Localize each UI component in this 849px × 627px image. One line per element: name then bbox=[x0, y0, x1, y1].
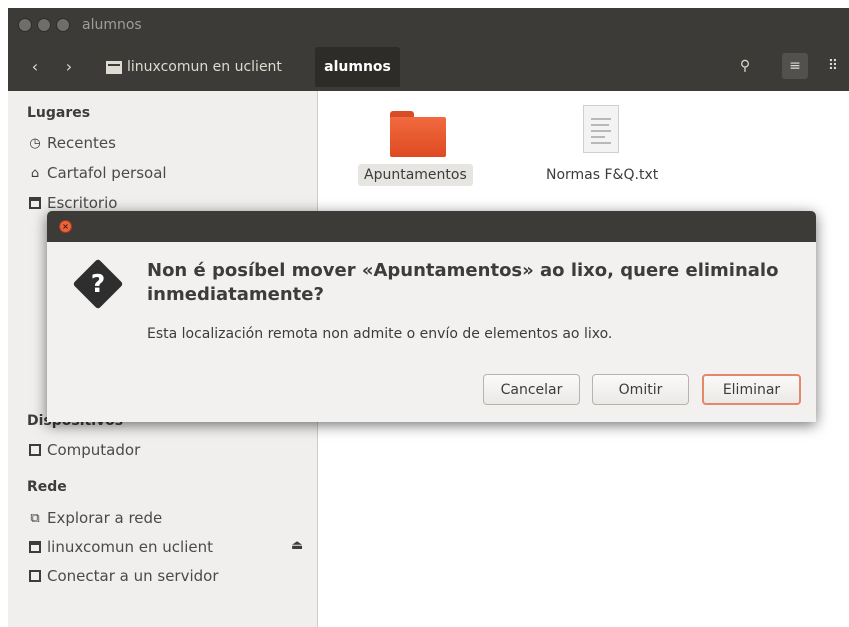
server-icon bbox=[106, 60, 122, 74]
breadcrumb-current[interactable]: alumnos bbox=[315, 47, 400, 87]
back-button[interactable]: ‹ bbox=[20, 54, 50, 80]
sidebar-heading-network: Rede bbox=[27, 479, 67, 495]
sidebar-item-browse-network[interactable]: ⧉ Explorar a rede bbox=[27, 507, 162, 529]
sidebar-item-recent[interactable]: ◷ Recentes bbox=[27, 132, 116, 154]
server-icon bbox=[27, 539, 43, 555]
confirm-delete-dialog: × ? Non é posíbel mover «Apuntamentos» a… bbox=[47, 211, 816, 422]
sidebar-item-computer[interactable]: Computador bbox=[27, 439, 140, 461]
skip-button[interactable]: Omitir bbox=[592, 374, 689, 405]
search-icon[interactable]: ⚲ bbox=[732, 53, 758, 79]
sidebar-item-label: Computador bbox=[47, 441, 141, 459]
toolbar: ‹ › linuxcomun en uclient alumnos ⚲ ≡ ⠿ bbox=[8, 41, 849, 91]
close-icon[interactable]: × bbox=[59, 220, 72, 233]
dialog-message: Esta localización remota non admite o en… bbox=[147, 326, 613, 342]
folder-icon[interactable] bbox=[390, 111, 446, 157]
eject-icon[interactable]: ⏏ bbox=[291, 538, 303, 553]
breadcrumb-server-label: linuxcomun en uclient bbox=[127, 59, 282, 75]
file-label[interactable]: Normas F&Q.txt bbox=[540, 164, 664, 186]
minimize-window-button[interactable] bbox=[37, 17, 51, 32]
grid-view-icon[interactable]: ⠿ bbox=[820, 53, 846, 79]
file-label[interactable]: Apuntamentos bbox=[358, 164, 473, 186]
sidebar-heading-places: Lugares bbox=[27, 105, 91, 121]
list-view-icon[interactable]: ≡ bbox=[782, 53, 808, 79]
text-file-icon[interactable] bbox=[583, 105, 619, 153]
dialog-title-bar: × bbox=[47, 211, 816, 242]
breadcrumb-server[interactable]: linuxcomun en uclient bbox=[106, 53, 282, 81]
forward-button[interactable]: › bbox=[54, 54, 84, 80]
clock-icon: ◷ bbox=[29, 135, 41, 151]
sidebar-item-label: Escritorio bbox=[47, 194, 118, 212]
maximize-window-button[interactable] bbox=[56, 17, 70, 32]
sidebar-item-label: Cartafol persoal bbox=[47, 164, 167, 182]
dialog-heading: Non é posíbel mover «Apuntamentos» ao li… bbox=[147, 260, 779, 305]
network-icon: ⧉ bbox=[30, 510, 40, 526]
sidebar-item-connect-server[interactable]: Conectar a un servidor bbox=[27, 565, 219, 587]
cancel-button[interactable]: Cancelar bbox=[483, 374, 580, 405]
question-icon: ? bbox=[72, 258, 124, 310]
sidebar-item-label: Explorar a rede bbox=[47, 509, 163, 527]
title-bar: alumnos bbox=[8, 8, 849, 41]
close-window-button[interactable] bbox=[18, 17, 32, 32]
window-title: alumnos bbox=[82, 16, 142, 33]
connect-icon bbox=[27, 568, 43, 584]
sidebar-item-label: linuxcomun en uclient bbox=[47, 538, 213, 556]
home-icon: ⌂ bbox=[30, 165, 40, 181]
delete-button[interactable]: Eliminar bbox=[702, 374, 801, 405]
sidebar-item-label: Recentes bbox=[47, 134, 116, 152]
computer-icon bbox=[27, 442, 43, 458]
sidebar-item-label: Conectar a un servidor bbox=[47, 567, 219, 585]
sidebar-item-server[interactable]: linuxcomun en uclient bbox=[27, 536, 213, 558]
folder-icon bbox=[27, 195, 43, 211]
sidebar-item-home[interactable]: ⌂ Cartafol persoal bbox=[27, 162, 167, 184]
